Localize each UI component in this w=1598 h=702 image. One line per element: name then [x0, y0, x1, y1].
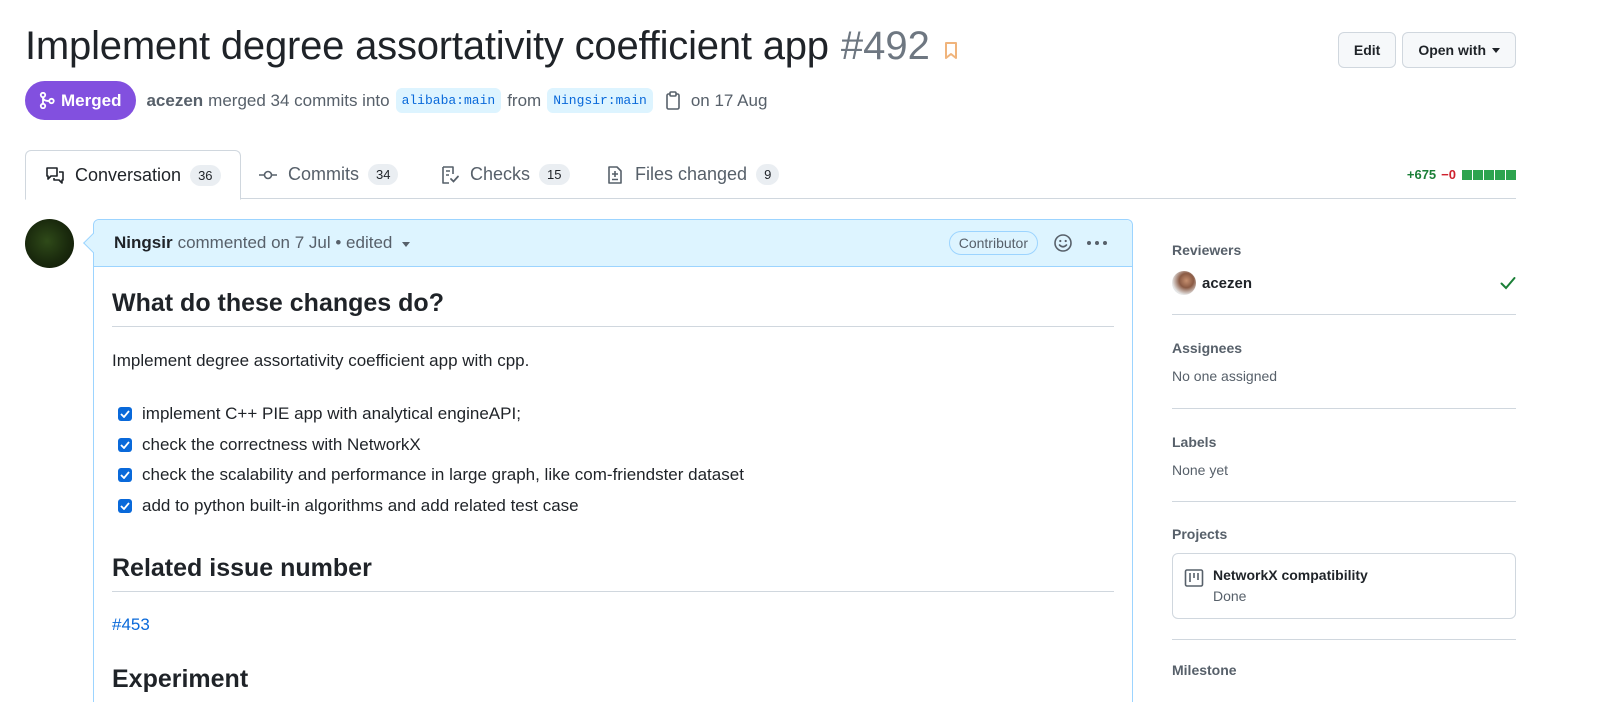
- section-heading: Related issue number: [112, 554, 1114, 592]
- comment-meta[interactable]: commented on 7 Jul • edited: [178, 233, 393, 253]
- project-status: Done: [1213, 588, 1247, 604]
- sidebar-milestone: Milestone: [1172, 640, 1516, 678]
- status-label: Merged: [61, 90, 122, 110]
- pr-meta: Merged acezen merged 34 commits into ali…: [25, 81, 767, 120]
- task-label: check the scalability and performance in…: [142, 465, 744, 485]
- task-item: add to python built-in algorithms and ad…: [112, 491, 1114, 522]
- smiley-icon[interactable]: [1053, 233, 1073, 258]
- role-badge: Contributor: [948, 231, 1038, 255]
- sidebar-reviewers: Reviewers acezen: [1172, 219, 1516, 315]
- labels-value: None yet: [1172, 462, 1229, 478]
- project-icon: [1184, 569, 1204, 587]
- kebab-horizontal-icon[interactable]: [1086, 234, 1108, 257]
- diffstat-block: [1495, 169, 1505, 180]
- task-item: check the scalability and performance in…: [112, 460, 1114, 491]
- pr-tabs: Conversation 36 Commits 34 Checks 15 Fil…: [25, 150, 1516, 200]
- checklist-icon: [442, 165, 459, 184]
- section-heading: Experiment: [112, 665, 249, 693]
- project-name[interactable]: NetworkX compatibility: [1213, 567, 1368, 583]
- diffstat-block: [1506, 169, 1516, 180]
- tab-files-changed[interactable]: Files changed 9: [605, 150, 780, 199]
- avatar[interactable]: [25, 219, 74, 268]
- base-branch[interactable]: alibaba:main: [395, 88, 502, 113]
- checked-checkbox[interactable]: [118, 437, 132, 452]
- pr-title-row: Implement degree assortativity coefficie…: [25, 24, 958, 69]
- status-badge: Merged: [25, 81, 137, 120]
- comment-author[interactable]: Ningsir: [114, 233, 173, 253]
- reviewer-row: acezen: [1172, 271, 1516, 295]
- header-actions: Edit Open with: [1337, 32, 1516, 68]
- chevron-down-icon: [1492, 47, 1500, 53]
- comment-discussion-icon: [46, 167, 64, 184]
- diffstat-block: [1462, 169, 1472, 180]
- diffstat-bar: [1462, 169, 1516, 180]
- check-icon: [1500, 277, 1516, 290]
- head-branch[interactable]: Ningsir:main: [547, 88, 653, 113]
- tab-counter: 36: [190, 164, 221, 186]
- tab-counter: 9: [756, 164, 780, 185]
- tab-counter: 34: [368, 164, 399, 185]
- diffstat[interactable]: +675 −0: [1407, 167, 1516, 182]
- diffstat-block: [1484, 169, 1494, 180]
- task-label: implement C++ PIE app with analytical en…: [142, 404, 521, 424]
- git-commit-icon: [259, 170, 277, 179]
- task-label: add to python built-in algorithms and ad…: [142, 495, 579, 515]
- tab-commits[interactable]: Commits 34: [258, 150, 399, 199]
- merge-date: on 17 Aug: [690, 90, 768, 110]
- open-with-button[interactable]: Open with: [1402, 32, 1516, 68]
- git-merge-icon: [39, 92, 55, 109]
- section-heading: What do these changes do?: [112, 289, 1114, 327]
- tab-label: Commits: [288, 164, 359, 184]
- pr-number: #492: [840, 24, 930, 68]
- checked-checkbox[interactable]: [118, 468, 132, 483]
- merged-text: merged 34 commits into: [208, 90, 390, 110]
- sidebar-title[interactable]: Projects: [1172, 526, 1516, 542]
- comment-body: What do these changes do? Implement degr…: [94, 289, 1132, 694]
- avatar[interactable]: [1172, 271, 1196, 295]
- sidebar-labels: Labels None yet: [1172, 409, 1516, 502]
- checked-checkbox[interactable]: [118, 498, 132, 513]
- tab-label: Conversation: [75, 164, 182, 185]
- chevron-down-icon[interactable]: [402, 241, 411, 247]
- sidebar: Reviewers acezen Assignees No one assign…: [1172, 219, 1516, 678]
- tab-checks[interactable]: Checks 15: [440, 150, 570, 199]
- checked-checkbox[interactable]: [118, 407, 132, 422]
- sidebar-title[interactable]: Milestone: [1172, 662, 1516, 678]
- tab-label: Files changed: [635, 164, 748, 184]
- copy-icon[interactable]: [665, 91, 681, 110]
- comment-header: Ningsir commented on 7 Jul • edited Cont…: [94, 220, 1132, 267]
- sidebar-title[interactable]: Labels: [1172, 434, 1516, 450]
- diffstat-block: [1473, 169, 1483, 180]
- open-with-label: Open with: [1418, 42, 1486, 58]
- edit-button[interactable]: Edit: [1337, 32, 1397, 68]
- project-card[interactable]: NetworkX compatibility Done: [1172, 553, 1516, 619]
- bookmark-icon[interactable]: [944, 41, 958, 61]
- merger-link[interactable]: acezen: [146, 91, 203, 111]
- task-item: implement C++ PIE app with analytical en…: [112, 399, 1114, 430]
- sidebar-projects: Projects NetworkX compatibility Done: [1172, 502, 1516, 640]
- sidebar-assignees: Assignees No one assigned: [1172, 315, 1516, 409]
- from-text: from: [507, 90, 542, 110]
- pr-description-comment: Ningsir commented on 7 Jul • edited Cont…: [83, 219, 1133, 702]
- tab-label: Checks: [470, 164, 531, 184]
- issue-link[interactable]: #453: [112, 615, 150, 635]
- tab-conversation[interactable]: Conversation 36: [25, 150, 241, 200]
- task-label: check the correctness with NetworkX: [142, 434, 421, 454]
- diff-additions: +675: [1406, 167, 1437, 182]
- reviewer-name[interactable]: acezen: [1202, 275, 1500, 292]
- sidebar-title[interactable]: Reviewers: [1172, 242, 1516, 258]
- diff-deletions: −0: [1441, 167, 1456, 182]
- file-diff-icon: [608, 165, 622, 184]
- assignees-value: No one assigned: [1172, 368, 1278, 384]
- task-item: check the correctness with NetworkX: [112, 430, 1114, 461]
- pr-title: Implement degree assortativity coefficie…: [25, 24, 829, 68]
- summary-text: Implement degree assortativity coefficie…: [112, 351, 530, 370]
- tab-counter: 15: [539, 164, 570, 185]
- sidebar-title[interactable]: Assignees: [1172, 340, 1516, 356]
- task-list: implement C++ PIE app with analytical en…: [112, 399, 1114, 521]
